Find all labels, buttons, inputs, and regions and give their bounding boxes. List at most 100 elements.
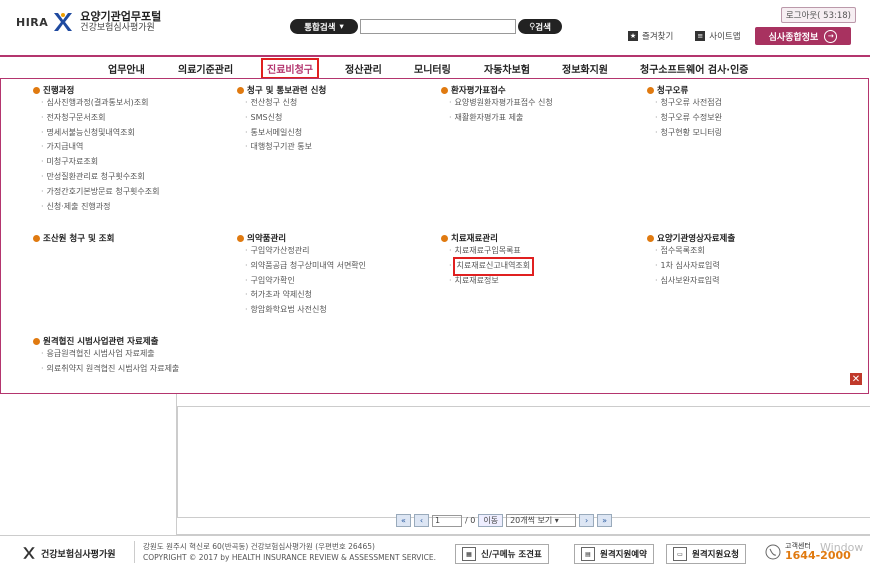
prev-page-icon[interactable]: ‹ [414, 514, 429, 527]
menu-link[interactable]: SMS신청 [237, 111, 326, 126]
footer: 건강보험심사평가원 강원도 원주시 혁신로 60(반곡동) 건강보험심사평가원 … [0, 535, 870, 574]
brand: HIRA [16, 15, 49, 29]
search-input[interactable] [360, 19, 516, 34]
phone-icon [765, 544, 781, 560]
bullet-icon [441, 86, 448, 94]
nav-item[interactable]: 청구소프트웨어 검사·인증 [640, 61, 748, 76]
bullet-icon [441, 234, 448, 242]
menu-map-button[interactable]: ▦ 신/구메뉴 조견표 [455, 544, 549, 564]
monitor-icon: ▭ [673, 547, 687, 561]
menu-link[interactable]: 명세서불능신청및내역조회 [33, 126, 160, 141]
menu-section: 의약품관리 구입약가산정관리 의약품공급 청구상미내역 서면확인 구입약가확인 … [237, 232, 366, 318]
next-page-icon[interactable]: › [579, 514, 595, 527]
nav-item[interactable]: 모니터링 [414, 61, 451, 76]
first-page-icon[interactable]: « [396, 514, 411, 527]
nav-item[interactable]: 정보화지원 [562, 61, 608, 76]
menu-link[interactable]: 전산청구 신청 [237, 96, 326, 111]
mega-menu: 진행과정 심사진행과정(결과통보서)조회 전자청구문서조회 명세서불능신청및내역… [0, 78, 869, 394]
section-title[interactable]: 의약품관리 [247, 232, 286, 244]
remote-reserve-button[interactable]: ▤ 원격지원예약 [574, 544, 654, 564]
menu-link[interactable]: 응급원격협진 시범사업 자료제출 [33, 347, 179, 362]
search-button[interactable]: ⚲ 검색 [518, 19, 562, 34]
section-title[interactable]: 진행과정 [43, 84, 74, 96]
menu-section: 진행과정 심사진행과정(결과통보서)조회 전자청구문서조회 명세서불능신청및내역… [33, 84, 160, 214]
menu-link[interactable]: 치료재료정보 [441, 274, 532, 289]
menu-link[interactable]: 미청구자료조회 [33, 155, 160, 170]
section-title[interactable]: 조산원 청구 및 조회 [43, 232, 114, 244]
menu-link[interactable]: 만성질환관리료 청구횟수조회 [33, 170, 160, 185]
menu-link[interactable]: 신청·제출 진행과정 [33, 200, 160, 215]
menu-link[interactable]: 가지급내역 [33, 140, 160, 155]
bullet-icon [33, 86, 40, 94]
hira-logo[interactable]: HIRA 요양기관업무포털 건강보험심사평가원 [16, 10, 161, 34]
close-icon[interactable]: ✕ [850, 373, 862, 385]
menu-link[interactable]: 허가초과 약제신청 [237, 288, 366, 303]
nav-item-active[interactable]: 진료비청구 [261, 58, 319, 79]
nav-item[interactable]: 업무안내 [108, 61, 145, 76]
menu-link[interactable]: 심사보완자료입력 [647, 274, 735, 289]
menu-link[interactable]: 구입약가확인 [237, 274, 366, 289]
footer-address: 강원도 원주시 혁신로 60(반곡동) 건강보험심사평가원 (우편번호 2646… [134, 541, 436, 563]
menu-link[interactable]: 재활환자평가표 제출 [441, 111, 553, 126]
hira-x-icon [54, 13, 73, 31]
nav-item[interactable]: 의료기준관리 [178, 61, 233, 76]
exam-info-button[interactable]: 심사종합정보 → [755, 27, 851, 45]
hira-x-icon [23, 547, 35, 559]
menu-section: 환자평가표접수 요양병원환자평가표접수 신청 재활환자평가표 제출 [441, 84, 553, 126]
menu-link[interactable]: 대행청구기관 통보 [237, 140, 326, 155]
bullet-icon [33, 234, 40, 242]
bullet-icon [647, 234, 654, 242]
menu-link[interactable]: 청구오류 사전점검 [647, 96, 722, 111]
last-page-icon[interactable]: » [597, 514, 613, 527]
menu-link[interactable]: 가정간호기본방문료 청구횟수조회 [33, 185, 160, 200]
menu-link[interactable]: 전자청구문서조회 [33, 111, 160, 126]
menu-link-highlighted[interactable]: 치료재료신고내역조회 [441, 256, 535, 276]
menu-link[interactable]: 요양병원환자평가표접수 신청 [441, 96, 553, 111]
sitemap-link[interactable]: 사이트맵 [709, 30, 740, 42]
star-icon: ★ [628, 31, 638, 41]
menu-link[interactable]: 항암화학요법 사전신청 [237, 303, 366, 318]
bullet-icon [647, 86, 654, 94]
table-icon: ▦ [462, 547, 476, 561]
menu-section: 청구 및 통보관련 신청 전산청구 신청 SMS신청 통보서메일신청 대행청구기… [237, 84, 326, 155]
page-input[interactable]: 1 [432, 514, 462, 527]
menu-section: 요양기관영상자료제출 접수목록조회 1차 심사자료입력 심사보완자료입력 [647, 232, 735, 288]
menu-link[interactable]: 의약품공급 청구상미내역 서면확인 [237, 259, 367, 274]
nav-item[interactable]: 자동차보험 [484, 61, 530, 76]
main-nav: 업무안내 의료기준관리 진료비청구 정산관리 모니터링 자동차보험 정보화지원 … [0, 55, 870, 80]
menu-link[interactable]: 접수목록조회 [647, 244, 735, 259]
section-title[interactable]: 요양기관영상자료제출 [657, 232, 735, 244]
remote-request-button[interactable]: ▭ 원격지원요청 [666, 544, 746, 564]
menu-link[interactable]: 치료재료구입목록표 [441, 244, 532, 259]
portal-title: 요양기관업무포털 [80, 10, 162, 23]
menu-link[interactable]: 통보서메일신청 [237, 126, 326, 141]
header: HIRA 요양기관업무포털 건강보험심사평가원 통합검색 ▾ ⚲ 검색 로그아웃( … [0, 0, 870, 55]
go-button[interactable]: 이동 [478, 514, 504, 527]
search-bar: 통합검색 ▾ ⚲ 검색 [290, 19, 562, 34]
menu-section: 원격협진 시범사업관련 자료제출 응급원격협진 시범사업 자료제출 의료취약지 … [33, 335, 179, 377]
section-title[interactable]: 청구오류 [657, 84, 688, 96]
section-title[interactable]: 청구 및 통보관련 신청 [247, 84, 326, 96]
search-scope-select[interactable]: 통합검색 ▾ [290, 19, 358, 34]
bullet-icon [237, 86, 244, 94]
chevron-down-icon: ▾ [339, 21, 344, 32]
menu-link[interactable]: 1차 심사자료입력 [647, 259, 735, 274]
portal-subtitle: 건강보험심사평가원 [80, 23, 155, 33]
menu-link[interactable]: 청구오류 수정보완 [647, 111, 722, 126]
menu-section: 치료재료관리 치료재료구입목록표 치료재료신고내역조회 치료재료정보 [441, 232, 535, 289]
logout-button[interactable]: 로그아웃( 53:18) [780, 7, 856, 23]
menu-icon: ≡ [695, 31, 706, 41]
menu-section: 청구오류 청구오류 사전점검 청구오류 수정보완 청구현황 모니터링 [647, 84, 722, 140]
nav-item[interactable]: 정산관리 [345, 61, 382, 76]
menu-link[interactable]: 청구현황 모니터링 [647, 126, 722, 141]
menu-link[interactable]: 심사진행과정(결과통보서)조회 [33, 96, 160, 111]
favorites-link[interactable]: 즐겨찾기 [642, 30, 673, 42]
pagination: « ‹ 1 / 0 이동 20개씩 보기 ▾ › » [396, 514, 613, 527]
section-title[interactable]: 환자평가표접수 [451, 84, 506, 96]
util-links: ★ 즐겨찾기 ≡ 사이트맵 [628, 30, 741, 42]
menu-link[interactable]: 의료취약지 원격협진 시범사업 자료제출 [33, 362, 180, 377]
page-size-select[interactable]: 20개씩 보기 ▾ [506, 514, 577, 527]
section-title[interactable]: 치료재료관리 [451, 232, 498, 244]
menu-link[interactable]: 구입약가산정관리 [237, 244, 366, 259]
section-title[interactable]: 원격협진 시범사업관련 자료제출 [43, 335, 158, 347]
